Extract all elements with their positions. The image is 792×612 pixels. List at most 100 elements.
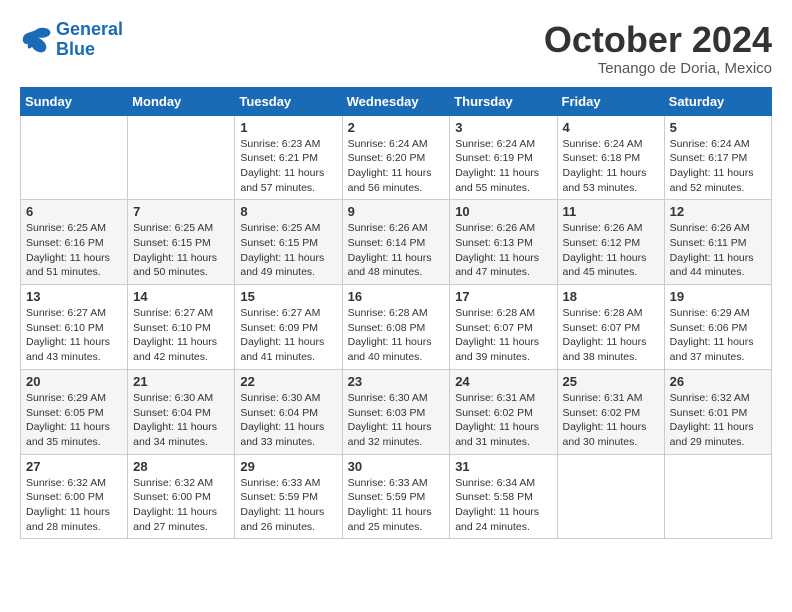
day-number: 8 (240, 204, 336, 219)
day-info: Sunrise: 6:28 AM Sunset: 6:07 PM Dayligh… (563, 306, 659, 365)
calendar-cell: 18 Sunrise: 6:28 AM Sunset: 6:07 PM Dayli… (557, 285, 664, 370)
day-info: Sunrise: 6:27 AM Sunset: 6:09 PM Dayligh… (240, 306, 336, 365)
day-info: Sunrise: 6:28 AM Sunset: 6:07 PM Dayligh… (455, 306, 551, 365)
calendar-cell: 20Sunrise: 6:29 AM Sunset: 6:05 PM Dayli… (21, 369, 128, 454)
day-info: Sunrise: 6:26 AM Sunset: 6:13 PM Dayligh… (455, 221, 551, 280)
day-info: Sunrise: 6:28 AM Sunset: 6:08 PM Dayligh… (348, 306, 445, 365)
day-info: Sunrise: 6:26 AM Sunset: 6:14 PM Dayligh… (348, 221, 445, 280)
day-number: 11 (563, 204, 659, 219)
calendar-cell: 14Sunrise: 6:27 AM Sunset: 6:10 PM Dayli… (128, 285, 235, 370)
day-info: Sunrise: 6:32 AM Sunset: 6:01 PM Dayligh… (670, 391, 766, 450)
day-number: 22 (240, 374, 336, 389)
calendar-cell: 17 Sunrise: 6:28 AM Sunset: 6:07 PM Dayli… (450, 285, 557, 370)
day-number: 12 (670, 204, 766, 219)
day-info: Sunrise: 6:26 AM Sunset: 6:12 PM Dayligh… (563, 221, 659, 280)
calendar-cell: 10 Sunrise: 6:26 AM Sunset: 6:13 PM Dayli… (450, 200, 557, 285)
calendar-cell: 22 Sunrise: 6:30 AM Sunset: 6:04 PM Dayli… (235, 369, 342, 454)
calendar-cell: 7 Sunrise: 6:25 AM Sunset: 6:15 PM Daylig… (128, 200, 235, 285)
calendar-week-4: 20Sunrise: 6:29 AM Sunset: 6:05 PM Dayli… (21, 369, 772, 454)
day-number: 21 (133, 374, 229, 389)
day-info: Sunrise: 6:30 AM Sunset: 6:04 PM Dayligh… (240, 391, 336, 450)
calendar-cell: 31Sunrise: 6:34 AM Sunset: 5:58 PM Dayli… (450, 454, 557, 539)
calendar-table: SundayMondayTuesdayWednesdayThursdayFrid… (20, 87, 772, 540)
day-number: 9 (348, 204, 445, 219)
day-header-thursday: Thursday (450, 87, 557, 115)
calendar-cell: 13Sunrise: 6:27 AM Sunset: 6:10 PM Dayli… (21, 285, 128, 370)
day-number: 7 (133, 204, 229, 219)
calendar-cell: 11 Sunrise: 6:26 AM Sunset: 6:12 PM Dayli… (557, 200, 664, 285)
day-number: 20 (26, 374, 122, 389)
calendar-cell (664, 454, 771, 539)
day-info: Sunrise: 6:32 AM Sunset: 6:00 PM Dayligh… (26, 476, 122, 535)
calendar-week-1: 1 Sunrise: 6:23 AM Sunset: 6:21 PM Daylig… (21, 115, 772, 200)
day-info: Sunrise: 6:27 AM Sunset: 6:10 PM Dayligh… (133, 306, 229, 365)
logo-icon (20, 26, 52, 54)
calendar-cell: 26 Sunrise: 6:32 AM Sunset: 6:01 PM Dayli… (664, 369, 771, 454)
day-number: 24 (455, 374, 551, 389)
calendar-cell: 5Sunrise: 6:24 AM Sunset: 6:17 PM Daylig… (664, 115, 771, 200)
day-number: 19 (670, 289, 766, 304)
calendar-cell: 30 Sunrise: 6:33 AM Sunset: 5:59 PM Dayli… (342, 454, 450, 539)
calendar-cell: 29 Sunrise: 6:33 AM Sunset: 5:59 PM Dayli… (235, 454, 342, 539)
calendar-cell: 23 Sunrise: 6:30 AM Sunset: 6:03 PM Dayli… (342, 369, 450, 454)
day-header-saturday: Saturday (664, 87, 771, 115)
day-number: 1 (240, 120, 336, 135)
day-number: 6 (26, 204, 122, 219)
calendar-cell: 8Sunrise: 6:25 AM Sunset: 6:15 PM Daylig… (235, 200, 342, 285)
day-number: 3 (455, 120, 551, 135)
day-number: 28 (133, 459, 229, 474)
calendar-cell: 15 Sunrise: 6:27 AM Sunset: 6:09 PM Dayli… (235, 285, 342, 370)
calendar-week-5: 27 Sunrise: 6:32 AM Sunset: 6:00 PM Dayli… (21, 454, 772, 539)
calendar-cell: 12 Sunrise: 6:26 AM Sunset: 6:11 PM Dayli… (664, 200, 771, 285)
calendar-cell: 2 Sunrise: 6:24 AM Sunset: 6:20 PM Daylig… (342, 115, 450, 200)
day-number: 15 (240, 289, 336, 304)
day-info: Sunrise: 6:25 AM Sunset: 6:15 PM Dayligh… (133, 221, 229, 280)
day-header-tuesday: Tuesday (235, 87, 342, 115)
day-info: Sunrise: 6:23 AM Sunset: 6:21 PM Dayligh… (240, 137, 336, 196)
calendar-week-3: 13Sunrise: 6:27 AM Sunset: 6:10 PM Dayli… (21, 285, 772, 370)
calendar-cell (128, 115, 235, 200)
day-info: Sunrise: 6:30 AM Sunset: 6:03 PM Dayligh… (348, 391, 445, 450)
calendar-cell: 9 Sunrise: 6:26 AM Sunset: 6:14 PM Daylig… (342, 200, 450, 285)
calendar-header-row: SundayMondayTuesdayWednesdayThursdayFrid… (21, 87, 772, 115)
day-number: 10 (455, 204, 551, 219)
location-subtitle: Tenango de Doria, Mexico (544, 60, 772, 77)
day-info: Sunrise: 6:27 AM Sunset: 6:10 PM Dayligh… (26, 306, 122, 365)
calendar-cell: 3 Sunrise: 6:24 AM Sunset: 6:19 PM Daylig… (450, 115, 557, 200)
day-number: 18 (563, 289, 659, 304)
day-info: Sunrise: 6:33 AM Sunset: 5:59 PM Dayligh… (240, 476, 336, 535)
day-info: Sunrise: 6:24 AM Sunset: 6:19 PM Dayligh… (455, 137, 551, 196)
day-info: Sunrise: 6:24 AM Sunset: 6:20 PM Dayligh… (348, 137, 445, 196)
day-number: 29 (240, 459, 336, 474)
day-number: 23 (348, 374, 445, 389)
logo: General Blue (20, 20, 123, 60)
calendar-cell: 19 Sunrise: 6:29 AM Sunset: 6:06 PM Dayli… (664, 285, 771, 370)
day-info: Sunrise: 6:31 AM Sunset: 6:02 PM Dayligh… (563, 391, 659, 450)
calendar-cell: 16 Sunrise: 6:28 AM Sunset: 6:08 PM Dayli… (342, 285, 450, 370)
day-info: Sunrise: 6:24 AM Sunset: 6:18 PM Dayligh… (563, 137, 659, 196)
calendar-cell: 21Sunrise: 6:30 AM Sunset: 6:04 PM Dayli… (128, 369, 235, 454)
day-number: 17 (455, 289, 551, 304)
day-info: Sunrise: 6:32 AM Sunset: 6:00 PM Dayligh… (133, 476, 229, 535)
day-info: Sunrise: 6:25 AM Sunset: 6:16 PM Dayligh… (26, 221, 122, 280)
day-number: 2 (348, 120, 445, 135)
day-number: 16 (348, 289, 445, 304)
day-number: 5 (670, 120, 766, 135)
calendar-cell (557, 454, 664, 539)
calendar-cell (21, 115, 128, 200)
day-number: 25 (563, 374, 659, 389)
month-title: October 2024 (544, 20, 772, 60)
day-info: Sunrise: 6:26 AM Sunset: 6:11 PM Dayligh… (670, 221, 766, 280)
day-number: 30 (348, 459, 445, 474)
day-info: Sunrise: 6:33 AM Sunset: 5:59 PM Dayligh… (348, 476, 445, 535)
day-number: 26 (670, 374, 766, 389)
day-header-sunday: Sunday (21, 87, 128, 115)
day-info: Sunrise: 6:29 AM Sunset: 6:06 PM Dayligh… (670, 306, 766, 365)
day-number: 27 (26, 459, 122, 474)
day-number: 4 (563, 120, 659, 135)
calendar-week-2: 6 Sunrise: 6:25 AM Sunset: 6:16 PM Daylig… (21, 200, 772, 285)
day-header-friday: Friday (557, 87, 664, 115)
day-info: Sunrise: 6:31 AM Sunset: 6:02 PM Dayligh… (455, 391, 551, 450)
calendar-cell: 4 Sunrise: 6:24 AM Sunset: 6:18 PM Daylig… (557, 115, 664, 200)
day-number: 31 (455, 459, 551, 474)
